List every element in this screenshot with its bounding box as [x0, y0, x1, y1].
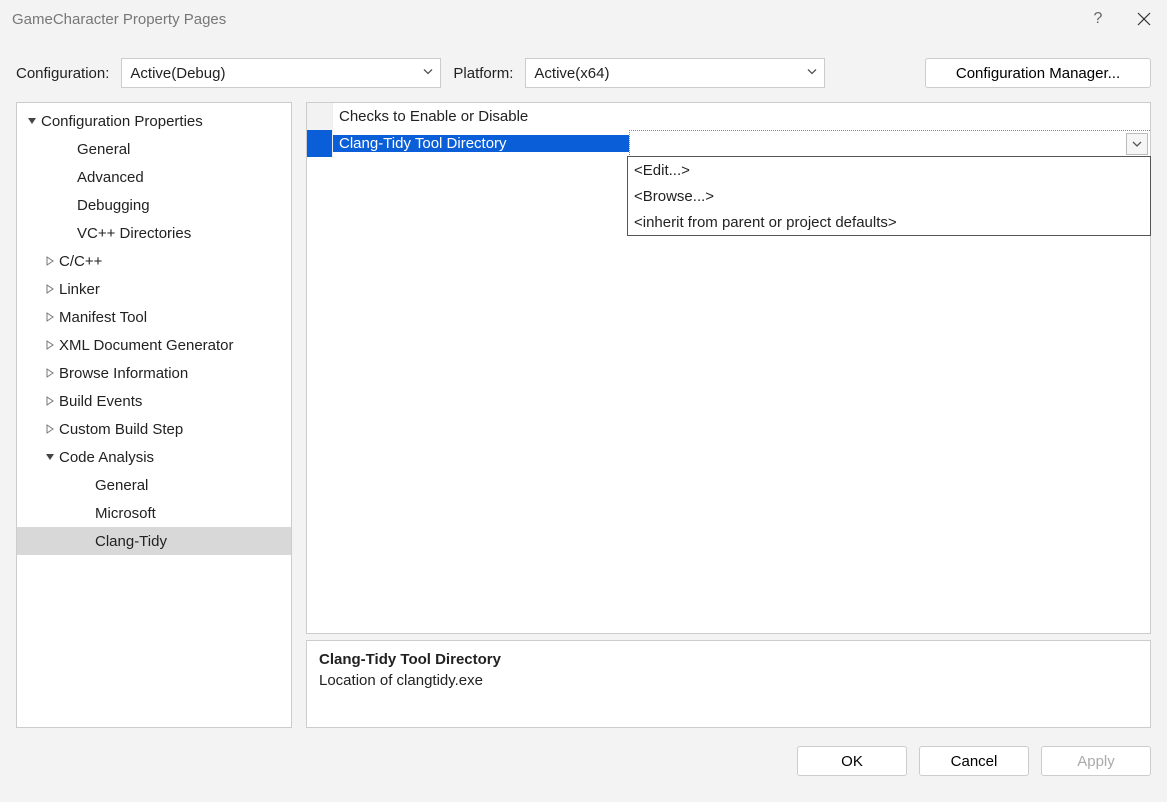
tree-item[interactable]: General [17, 471, 291, 499]
triangle-right-icon [43, 312, 57, 322]
property-name: Checks to Enable or Disable [333, 108, 629, 125]
tree-item-label: Build Events [59, 393, 142, 410]
help-button[interactable]: ? [1075, 0, 1121, 38]
tree-item[interactable]: Custom Build Step [17, 415, 291, 443]
row-lead [307, 103, 333, 130]
triangle-right-icon [43, 368, 57, 378]
tree-item[interactable]: Debugging [17, 191, 291, 219]
row-lead [307, 130, 333, 157]
triangle-right-icon [43, 424, 57, 434]
triangle-right-icon [43, 340, 57, 350]
nav-tree[interactable]: Configuration Properties General Advanced D… [16, 102, 292, 728]
close-icon [1137, 12, 1151, 26]
tree-item[interactable]: Browse Information [17, 359, 291, 387]
tree-item[interactable]: Code Analysis [17, 443, 291, 471]
platform-label: Platform: [453, 65, 513, 82]
property-value[interactable] [629, 130, 1150, 157]
tree-item-label: Manifest Tool [59, 309, 147, 326]
chevron-down-icon [806, 65, 818, 82]
value-dropdown[interactable]: <Edit...><Browse...><inherit from parent… [627, 156, 1151, 236]
tree-item[interactable]: General [17, 135, 291, 163]
tree-item-label: VC++ Directories [77, 225, 191, 242]
configuration-combo[interactable]: Active(Debug) [121, 58, 441, 88]
tree-item-label: Code Analysis [59, 449, 154, 466]
platform-combo-value: Active(x64) [534, 65, 609, 82]
tree-item[interactable]: Build Events [17, 387, 291, 415]
tree-item[interactable]: Clang-Tidy [17, 527, 291, 555]
tree-item-label: Microsoft [95, 505, 156, 522]
tree-item[interactable]: Advanced [17, 163, 291, 191]
tree-item[interactable]: VC++ Directories [17, 219, 291, 247]
apply-button[interactable]: Apply [1041, 746, 1151, 776]
description-text: Location of clangtidy.exe [319, 672, 1138, 689]
tree-item-label: C/C++ [59, 253, 102, 270]
property-name: Clang-Tidy Tool Directory [333, 135, 629, 152]
tree-item-label: Linker [59, 281, 100, 298]
tree-item[interactable]: C/C++ [17, 247, 291, 275]
configuration-label: Configuration: [16, 65, 109, 82]
tree-item-label: General [95, 477, 148, 494]
tree-item-label: XML Document Generator [59, 337, 234, 354]
property-value[interactable] [629, 103, 1150, 130]
property-grid[interactable]: Checks to Enable or Disable Clang-Tidy To… [306, 102, 1151, 634]
window-title: GameCharacter Property Pages [12, 11, 226, 28]
triangle-right-icon [43, 284, 57, 294]
tree-item[interactable]: Manifest Tool [17, 303, 291, 331]
platform-combo[interactable]: Active(x64) [525, 58, 825, 88]
tree-item-label: Configuration Properties [41, 113, 203, 130]
tree-item-label: Advanced [77, 169, 144, 186]
tree-item-label: Custom Build Step [59, 421, 183, 438]
tree-item[interactable]: Linker [17, 275, 291, 303]
cancel-button[interactable]: Cancel [919, 746, 1029, 776]
tree-item-label: Debugging [77, 197, 150, 214]
triangle-down-icon [25, 116, 39, 126]
triangle-right-icon [43, 396, 57, 406]
triangle-right-icon [43, 256, 57, 266]
dropdown-option[interactable]: <inherit from parent or project defaults… [628, 209, 1150, 235]
value-dropdown-button[interactable] [1126, 133, 1148, 155]
close-button[interactable] [1121, 0, 1167, 38]
description-panel: Clang-Tidy Tool Directory Location of cl… [306, 640, 1151, 728]
tree-item-label: Clang-Tidy [95, 533, 167, 550]
chevron-down-icon [422, 65, 434, 82]
titlebar: GameCharacter Property Pages ? [0, 0, 1167, 38]
toolbar: Configuration: Active(Debug) Platform: A… [0, 38, 1167, 102]
tree-item-label: General [77, 141, 130, 158]
property-row[interactable]: Clang-Tidy Tool Directory [307, 130, 1150, 157]
configuration-combo-value: Active(Debug) [130, 65, 225, 82]
property-row[interactable]: Checks to Enable or Disable [307, 103, 1150, 130]
triangle-down-icon [43, 452, 57, 462]
tree-item[interactable]: Configuration Properties [17, 107, 291, 135]
dropdown-option[interactable]: <Edit...> [628, 157, 1150, 183]
tree-item[interactable]: Microsoft [17, 499, 291, 527]
dialog-footer: OK Cancel Apply [0, 728, 1167, 776]
description-title: Clang-Tidy Tool Directory [319, 651, 1138, 668]
ok-button[interactable]: OK [797, 746, 907, 776]
dropdown-option[interactable]: <Browse...> [628, 183, 1150, 209]
tree-item[interactable]: XML Document Generator [17, 331, 291, 359]
configuration-manager-button[interactable]: Configuration Manager... [925, 58, 1151, 88]
tree-item-label: Browse Information [59, 365, 188, 382]
